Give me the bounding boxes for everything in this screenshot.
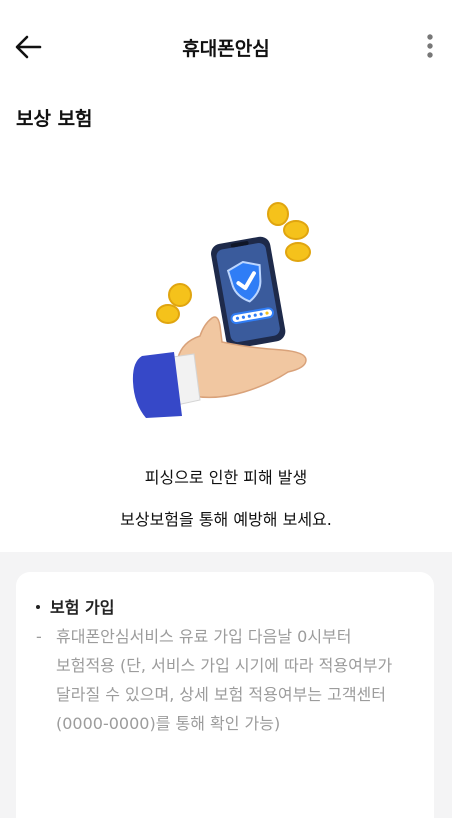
phone-protection-illustration	[132, 202, 311, 418]
coin	[156, 304, 180, 324]
coin	[285, 242, 311, 262]
page-title: 휴대폰안심	[182, 38, 270, 60]
section-title: 보상 보험	[16, 108, 93, 130]
more-vertical-icon	[427, 34, 433, 58]
dash-marker: -	[36, 627, 42, 646]
info-card: 보험 가입 - 휴대폰안심서비스 유료 가입 다음날 0시부터 보험적용 (단,…	[16, 572, 434, 832]
description-line-1: 피싱으로 인한 피해 발생	[144, 468, 308, 487]
description-line-2: 보상보험을 통해 예방해 보세요.	[120, 510, 332, 529]
coin	[168, 283, 192, 307]
sleeve	[132, 352, 182, 418]
app-header: 휴대폰안심	[0, 0, 452, 92]
coin	[267, 202, 289, 226]
more-options-button[interactable]	[418, 30, 442, 64]
coin	[283, 220, 309, 240]
card-heading: 보험 가입	[36, 594, 114, 618]
card-heading-text: 보험 가입	[50, 598, 115, 617]
card-body-text: 휴대폰안심서비스 유료 가입 다음날 0시부터 보험적용 (단, 서비스 가입 …	[56, 627, 393, 733]
bullet-icon	[36, 604, 40, 609]
